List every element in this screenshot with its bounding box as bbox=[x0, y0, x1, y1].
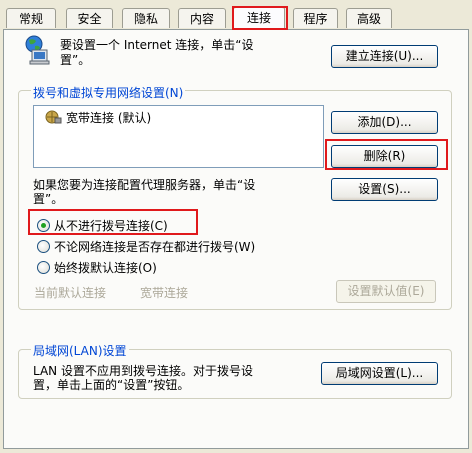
tab-programs[interactable]: 程序 bbox=[293, 8, 338, 28]
add-button[interactable]: 添加(D)... bbox=[331, 111, 438, 134]
dialup-group-label: 拨号和虚拟专用网络设置(N) bbox=[31, 84, 186, 101]
proxy-text-line2: 置”。 bbox=[33, 192, 64, 206]
radio-dial-whenever[interactable] bbox=[37, 240, 50, 253]
option-always-dial-label[interactable]: 始终拨默认连接(O) bbox=[54, 259, 157, 276]
set-default-button[interactable]: 设置默认值(E) bbox=[336, 280, 436, 303]
internet-connection-icon bbox=[24, 34, 54, 66]
remove-highlight-box bbox=[325, 139, 448, 170]
setup-connection-button[interactable]: 建立连接(U)... bbox=[331, 45, 438, 68]
option-highlight-box bbox=[28, 209, 198, 235]
option-dial-whenever-label[interactable]: 不论网络连接是否存在都进行拨号(W) bbox=[54, 238, 255, 255]
tab-highlight-box bbox=[232, 6, 288, 30]
setup-text-line2: 置”。 bbox=[60, 53, 91, 67]
lan-group-label: 局域网(LAN)设置 bbox=[31, 342, 129, 359]
lan-settings-button[interactable]: 局域网设置(L)... bbox=[321, 362, 438, 385]
connection-list-item[interactable]: 宽带连接 (默认) bbox=[66, 109, 151, 126]
settings-button[interactable]: 设置(S)... bbox=[331, 178, 438, 201]
tab-security[interactable]: 安全 bbox=[66, 8, 113, 28]
current-default-label: 当前默认连接 bbox=[34, 286, 107, 300]
tab-advanced[interactable]: 高级 bbox=[346, 8, 392, 28]
tab-privacy[interactable]: 隐私 bbox=[122, 8, 170, 28]
tab-general[interactable]: 常规 bbox=[6, 8, 56, 28]
proxy-text-line1: 如果您要为连接配置代理服务器，单击“设 bbox=[33, 178, 256, 192]
tab-content[interactable]: 内容 bbox=[178, 8, 226, 28]
current-default-value: 宽带连接 bbox=[140, 286, 189, 300]
radio-always-dial-default[interactable] bbox=[37, 261, 50, 274]
lan-text-line2: 置，单击上面的“设置”按钮。 bbox=[33, 378, 190, 392]
broadband-connection-icon bbox=[44, 109, 62, 125]
connections-listbox[interactable]: 宽带连接 (默认) bbox=[33, 105, 324, 168]
